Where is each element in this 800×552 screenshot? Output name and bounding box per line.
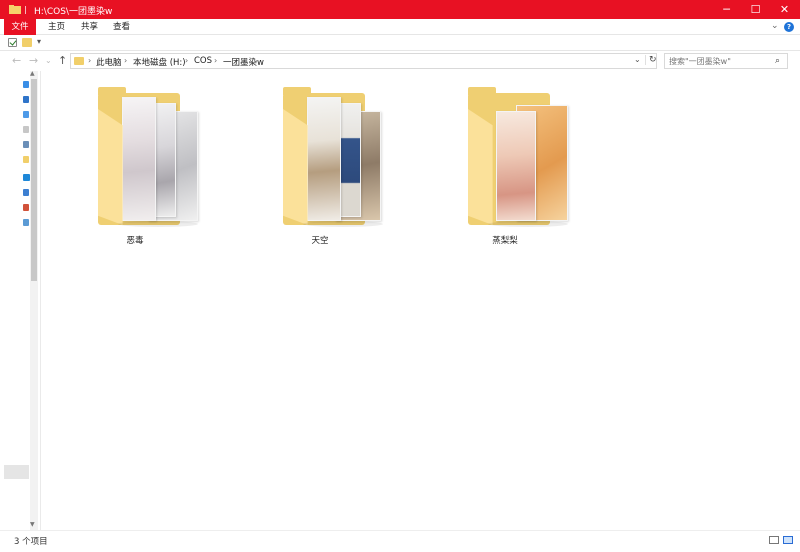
breadcrumb-drive[interactable]: 本地磁盘 (H:) bbox=[133, 56, 186, 68]
search-input[interactable] bbox=[669, 55, 769, 67]
network-icon[interactable] bbox=[23, 219, 29, 226]
new-folder-icon[interactable] bbox=[22, 38, 32, 47]
breadcrumb-cos[interactable]: COS bbox=[194, 56, 212, 66]
ribbon-tab-bar: 文件 主页 共享 查看 ⌄ ? bbox=[0, 19, 800, 35]
quick-access-star-icon[interactable] bbox=[23, 81, 29, 88]
nav-selected-row[interactable] bbox=[4, 465, 29, 479]
photo-thumbnail bbox=[122, 97, 156, 221]
large-icons-view-icon[interactable] bbox=[783, 536, 793, 544]
window-title: H:\COS\一团墨染w bbox=[34, 7, 113, 17]
folder-item-恶毒[interactable]: 恶毒 bbox=[60, 87, 210, 248]
photo-thumbnail bbox=[496, 111, 536, 221]
address-row: ← → ⌄ ↑ › 此电脑 › 本地磁盘 (H:) › COS › 一团墨染w … bbox=[0, 51, 800, 71]
forward-arrow-icon[interactable]: → bbox=[29, 54, 38, 67]
minimize-button[interactable]: ─ bbox=[712, 0, 741, 19]
maximize-button[interactable]: ☐ bbox=[741, 0, 770, 19]
recent-locations-icon[interactable]: ⌄ bbox=[45, 56, 52, 65]
documents-icon[interactable] bbox=[23, 126, 29, 133]
folder-name-label[interactable]: 恶毒 bbox=[60, 234, 210, 246]
breadcrumb-separator[interactable]: › bbox=[185, 56, 188, 65]
tab-file[interactable]: 文件 bbox=[4, 19, 36, 35]
file-list-view[interactable]: 恶毒 天空 蒸梨梨 bbox=[41, 71, 798, 530]
navigation-pane[interactable]: ▲ ▼ bbox=[0, 70, 40, 530]
downloads-icon[interactable] bbox=[23, 111, 29, 118]
tab-home[interactable]: 主页 bbox=[40, 19, 73, 35]
pictures-icon[interactable] bbox=[23, 141, 29, 148]
folder-item-天空[interactable]: 天空 bbox=[245, 87, 395, 248]
folder-item-蒸梨梨[interactable]: 蒸梨梨 bbox=[430, 87, 580, 248]
address-history-icon[interactable]: ⌄ bbox=[634, 55, 641, 64]
refresh-icon[interactable]: ↻ bbox=[645, 55, 657, 65]
photo-thumbnail bbox=[307, 97, 341, 221]
this-pc-icon[interactable] bbox=[23, 189, 29, 196]
help-icon[interactable]: ? bbox=[784, 22, 794, 32]
address-bar[interactable]: › 此电脑 › 本地磁盘 (H:) › COS › 一团墨染w ⌄ ↻ bbox=[70, 53, 657, 69]
quick-access-toolbar: ▾ bbox=[0, 35, 800, 51]
scroll-down-icon[interactable]: ▼ bbox=[30, 521, 35, 528]
onedrive-icon[interactable] bbox=[23, 174, 30, 181]
media-icon[interactable] bbox=[23, 204, 29, 211]
folder-icon[interactable] bbox=[23, 156, 29, 163]
search-icon[interactable]: ⌕ bbox=[775, 56, 780, 66]
desktop-icon[interactable] bbox=[23, 96, 29, 103]
folder-app-icon[interactable] bbox=[9, 4, 21, 14]
breadcrumb-separator[interactable]: › bbox=[214, 56, 217, 65]
title-bar: | H:\COS\一团墨染w ─ ☐ ✕ bbox=[0, 0, 800, 19]
breadcrumb-separator[interactable]: › bbox=[124, 56, 127, 65]
tab-share[interactable]: 共享 bbox=[73, 19, 106, 35]
breadcrumb-this-pc[interactable]: 此电脑 bbox=[96, 56, 122, 68]
expand-ribbon-icon[interactable]: ⌄ bbox=[771, 21, 779, 31]
breadcrumb-current[interactable]: 一团墨染w bbox=[223, 56, 264, 68]
customize-toolbar-icon[interactable]: ▾ bbox=[37, 37, 41, 46]
folder-name-label[interactable]: 天空 bbox=[245, 234, 395, 246]
nav-scrollbar-thumb[interactable] bbox=[31, 79, 37, 281]
folder-thumbnail-icon bbox=[283, 87, 383, 233]
tab-view[interactable]: 查看 bbox=[105, 19, 138, 35]
breadcrumb-separator[interactable]: › bbox=[88, 56, 91, 65]
details-view-icon[interactable] bbox=[769, 536, 779, 544]
close-button[interactable]: ✕ bbox=[770, 0, 799, 19]
quick-access-divider: | bbox=[24, 5, 27, 14]
up-arrow-icon[interactable]: ↑ bbox=[58, 54, 67, 67]
status-bar: 3 个项目 bbox=[0, 530, 800, 552]
folder-thumbnail-icon bbox=[98, 87, 198, 233]
properties-check-icon[interactable] bbox=[8, 38, 17, 47]
folder-name-label[interactable]: 蒸梨梨 bbox=[430, 234, 580, 246]
folder-thumbnail-icon bbox=[468, 87, 568, 233]
back-arrow-icon[interactable]: ← bbox=[12, 54, 21, 67]
folder-icon bbox=[74, 57, 84, 65]
item-count: 3 个项目 bbox=[14, 537, 48, 547]
search-box[interactable]: ⌕ bbox=[664, 53, 788, 69]
scroll-up-icon[interactable]: ▲ bbox=[30, 70, 35, 77]
